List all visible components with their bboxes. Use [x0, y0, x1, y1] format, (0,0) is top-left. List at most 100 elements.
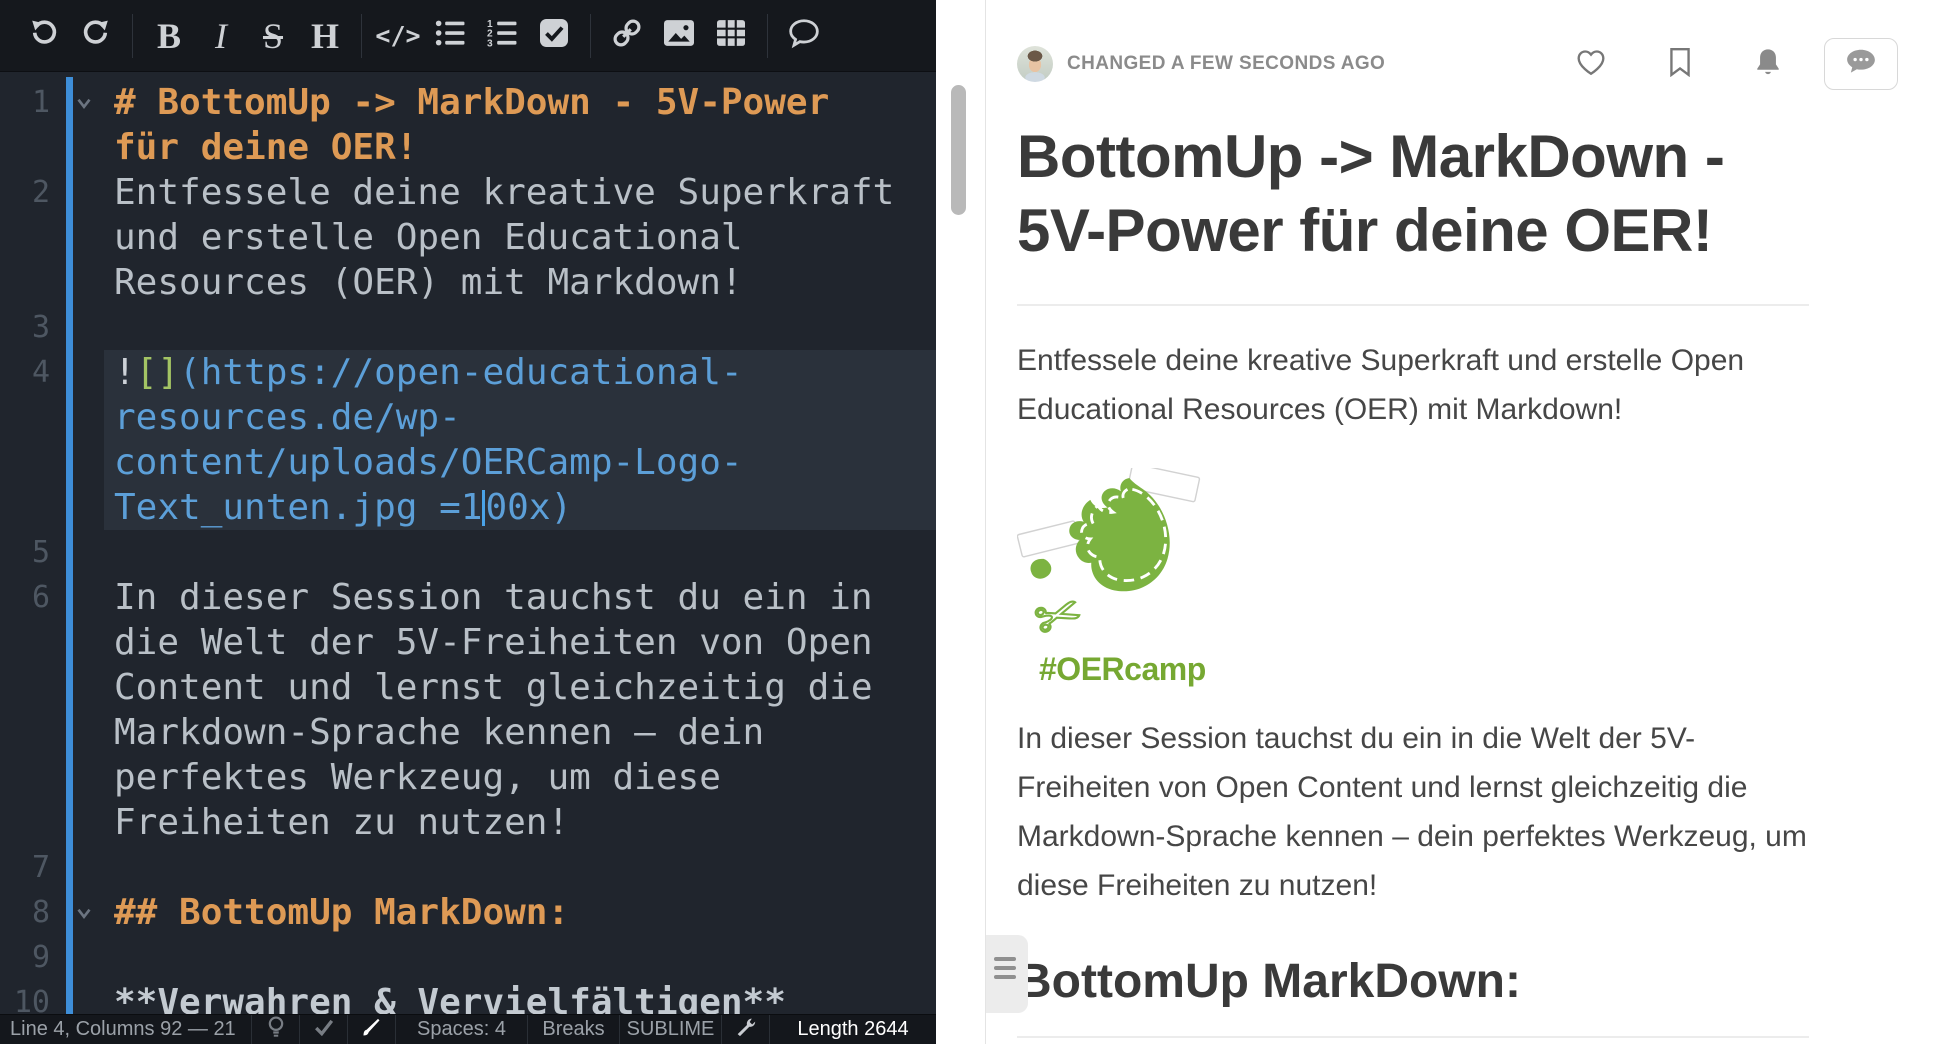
code-line-row[interactable]: für deine OER!: [0, 125, 936, 170]
insert-table-button[interactable]: [705, 10, 757, 62]
editor-scrollbar-thumb[interactable]: [951, 85, 966, 215]
divider: [1017, 304, 1809, 306]
toolbar-separator: [767, 14, 768, 58]
code-line-text[interactable]: die Welt der 5V-Freiheiten von Open: [104, 620, 936, 665]
code-line-text[interactable]: content/uploads/OERCamp-Logo-: [104, 440, 936, 485]
code-line-text[interactable]: [104, 935, 936, 980]
line-number: 9: [0, 935, 64, 980]
code-line-text[interactable]: und erstelle Open Educational: [104, 215, 936, 260]
code-line-text[interactable]: **Verwahren & Vervielfältigen**: [104, 980, 936, 1014]
fold-chevron-icon[interactable]: [64, 890, 104, 935]
fold-chevron-icon[interactable]: [64, 80, 104, 125]
fold-spacer: [64, 260, 104, 305]
code-line-text[interactable]: Resources (OER) mit Markdown!: [104, 260, 936, 305]
keymap-status-button[interactable]: SUBLIME: [620, 1015, 722, 1044]
spaces-status-button[interactable]: Spaces: 4: [396, 1015, 528, 1044]
code-line-text[interactable]: [104, 845, 936, 890]
checklist-button[interactable]: [528, 10, 580, 62]
code-line-row[interactable]: content/uploads/OERCamp-Logo-: [0, 440, 936, 485]
notifications-button[interactable]: [1754, 47, 1782, 82]
code-line-row[interactable]: perfektes Werkzeug, um diese: [0, 755, 936, 800]
code-line-text[interactable]: Markdown-Sprache kennen – dein: [104, 710, 936, 755]
fold-spacer: [64, 800, 104, 845]
code-line-row[interactable]: 7: [0, 845, 936, 890]
svg-text:✂: ✂: [1027, 579, 1091, 646]
undo-button[interactable]: [18, 10, 70, 62]
lightbulb-status-button[interactable]: [252, 1015, 300, 1044]
document-title: BottomUp -> MarkDown - 5V-Power für dein…: [1017, 120, 1809, 268]
checkmark-icon: [314, 1018, 334, 1042]
code-line-text[interactable]: # BottomUp -> MarkDown - 5V-Power: [104, 80, 936, 125]
code-editor[interactable]: 1 # BottomUp -> MarkDown - 5V-Powerfür de…: [0, 72, 936, 1014]
code-block-button[interactable]: </>: [372, 10, 424, 62]
code-line-text[interactable]: [104, 530, 936, 575]
line-number: [0, 800, 64, 845]
document-length-status: Length 2644: [770, 1015, 936, 1044]
divider: [1017, 1036, 1809, 1038]
code-line-row[interactable]: die Welt der 5V-Freiheiten von Open: [0, 620, 936, 665]
unordered-list-button[interactable]: [424, 10, 476, 62]
svg-text:3: 3: [487, 38, 493, 47]
code-line-row[interactable]: Resources (OER) mit Markdown!: [0, 260, 936, 305]
code-line-text[interactable]: In dieser Session tauchst du ein in: [104, 575, 936, 620]
comment-button[interactable]: [778, 10, 830, 62]
theme-brush-status-button[interactable]: [348, 1015, 396, 1044]
code-line-text[interactable]: Text_unten.jpg =100x): [104, 485, 936, 530]
preview-header: CHANGED A FEW SECONDS AGO: [1017, 38, 1898, 90]
code-line-row[interactable]: 8## BottomUp MarkDown:: [0, 890, 936, 935]
strikethrough-button[interactable]: S: [247, 10, 299, 62]
code-line-row[interactable]: und erstelle Open Educational: [0, 215, 936, 260]
bold-icon: B: [157, 15, 181, 57]
code-line-row[interactable]: Text_unten.jpg =100x): [0, 485, 936, 530]
editor-pane: B I S H </> 123: [0, 0, 936, 1044]
code-line-row[interactable]: 10**Verwahren & Vervielfältigen**: [0, 980, 936, 1014]
code-line-row[interactable]: Freiheiten zu nutzen!: [0, 800, 936, 845]
like-button[interactable]: [1576, 48, 1606, 81]
code-line-text[interactable]: Freiheiten zu nutzen!: [104, 800, 936, 845]
fold-spacer: [64, 575, 104, 620]
line-number: 1: [0, 80, 64, 125]
author-avatar[interactable]: [1017, 46, 1053, 82]
fold-spacer: [64, 980, 104, 1014]
insert-image-button[interactable]: [653, 10, 705, 62]
code-line-text[interactable]: perfektes Werkzeug, um diese: [104, 755, 936, 800]
bookmark-button[interactable]: [1668, 47, 1692, 82]
bold-button[interactable]: B: [143, 10, 195, 62]
code-line-row[interactable]: 5: [0, 530, 936, 575]
ordered-list-button[interactable]: 123: [476, 10, 528, 62]
chat-bubble-icon: [1845, 48, 1877, 81]
panel-drag-handle[interactable]: [986, 935, 1028, 1013]
code-line-text[interactable]: ![](https://open-educational-: [104, 350, 936, 395]
code-line-text[interactable]: ## BottomUp MarkDown:: [104, 890, 936, 935]
heading-button[interactable]: H: [299, 10, 351, 62]
code-line-row[interactable]: Markdown-Sprache kennen – dein: [0, 710, 936, 755]
code-line-row[interactable]: 3: [0, 305, 936, 350]
editor-toolbar: B I S H </> 123: [0, 0, 936, 72]
code-line-row[interactable]: 9: [0, 935, 936, 980]
wrench-icon: [736, 1017, 756, 1043]
italic-button[interactable]: I: [195, 10, 247, 62]
editor-status-bar: Line 4, Columns 92 — 21 Spaces: 4 Breaks…: [0, 1014, 936, 1044]
code-line-text[interactable]: Content und lernst gleichzeitig die: [104, 665, 936, 710]
rendered-document: BottomUp -> MarkDown - 5V-Power für dein…: [1017, 120, 1809, 1038]
table-icon: [717, 20, 745, 51]
insert-link-button[interactable]: [601, 10, 653, 62]
code-line-text[interactable]: resources.de/wp-: [104, 395, 936, 440]
redo-button[interactable]: [70, 10, 122, 62]
code-line-text[interactable]: Entfessele deine kreative Superkraft: [104, 170, 936, 215]
code-line-row[interactable]: 2Entfessele deine kreative Superkraft: [0, 170, 936, 215]
code-line-row[interactable]: resources.de/wp-: [0, 395, 936, 440]
breaks-status-button[interactable]: Breaks: [528, 1015, 620, 1044]
code-line-row[interactable]: Content und lernst gleichzeitig die: [0, 665, 936, 710]
code-line-row[interactable]: 4![](https://open-educational-: [0, 350, 936, 395]
line-number: [0, 710, 64, 755]
spellcheck-status-button[interactable]: [300, 1015, 348, 1044]
code-line-row[interactable]: 6In dieser Session tauchst du ein in: [0, 575, 936, 620]
preview-actions: [1576, 38, 1898, 90]
settings-status-button[interactable]: [722, 1015, 770, 1044]
code-line-row[interactable]: 1 # BottomUp -> MarkDown - 5V-Power: [0, 80, 936, 125]
code-line-text[interactable]: für deine OER!: [104, 125, 936, 170]
open-comments-button[interactable]: [1824, 38, 1898, 90]
code-line-text[interactable]: [104, 305, 936, 350]
paintbrush-icon: [362, 1017, 382, 1043]
